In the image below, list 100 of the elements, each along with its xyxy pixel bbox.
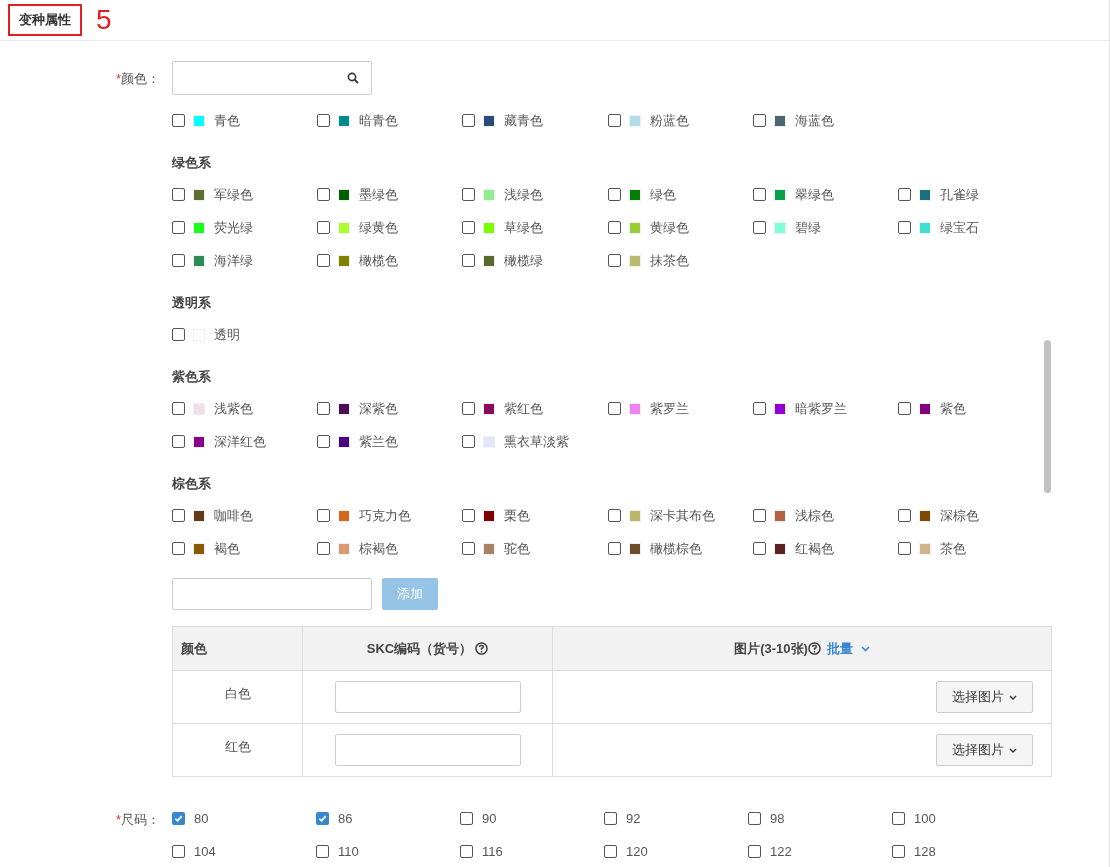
color-name-input[interactable] xyxy=(172,578,372,610)
option-label[interactable]: 透明 xyxy=(214,324,240,345)
checkbox[interactable] xyxy=(897,509,911,522)
option-label[interactable]: 104 xyxy=(194,841,216,862)
checkbox[interactable] xyxy=(897,402,911,415)
option-label[interactable]: 咖啡色 xyxy=(214,505,253,526)
checkbox[interactable] xyxy=(604,812,617,825)
checkbox[interactable] xyxy=(748,845,761,858)
option-label[interactable]: 100 xyxy=(914,808,936,829)
checkbox[interactable] xyxy=(317,254,331,267)
option-label[interactable]: 驼色 xyxy=(504,538,531,559)
option-label[interactable]: 深棕色 xyxy=(939,505,979,526)
checkbox[interactable] xyxy=(462,221,476,234)
option-label[interactable]: 翠绿色 xyxy=(794,184,834,205)
option-label[interactable]: 栗色 xyxy=(504,505,531,526)
option-label[interactable]: 暗紫罗兰 xyxy=(794,398,847,419)
option-label[interactable]: 褐色 xyxy=(214,538,240,559)
option-label[interactable]: 青色 xyxy=(214,110,240,131)
checkbox[interactable] xyxy=(752,114,766,127)
option-label[interactable]: 孔雀绿 xyxy=(939,184,979,205)
checkbox[interactable] xyxy=(172,845,185,858)
option-label[interactable]: 98 xyxy=(770,808,785,829)
checkbox[interactable] xyxy=(752,509,766,522)
option-label[interactable]: 紫兰色 xyxy=(359,431,399,452)
checkbox[interactable] xyxy=(316,845,329,858)
checkbox[interactable] xyxy=(897,542,911,555)
checkbox[interactable] xyxy=(317,509,331,522)
option-label[interactable]: 深卡其布色 xyxy=(649,505,715,526)
checkbox[interactable] xyxy=(172,254,185,267)
sku-input[interactable] xyxy=(334,734,521,766)
option-label[interactable]: 橄榄绿 xyxy=(504,250,544,271)
checkbox[interactable] xyxy=(892,845,905,858)
sku-input[interactable] xyxy=(334,681,521,713)
option-label[interactable]: 海蓝色 xyxy=(794,110,834,131)
select-image-button[interactable]: 选择图片 xyxy=(936,734,1033,766)
option-label[interactable]: 墨绿色 xyxy=(359,184,399,205)
checkbox[interactable] xyxy=(752,402,766,415)
checkbox[interactable] xyxy=(462,542,476,555)
checkbox[interactable] xyxy=(607,542,621,555)
option-label[interactable]: 80 xyxy=(194,808,209,829)
checkbox[interactable] xyxy=(462,509,476,522)
option-label[interactable]: 90 xyxy=(482,808,497,829)
checkbox[interactable] xyxy=(607,221,621,234)
checkbox[interactable] xyxy=(752,542,766,555)
option-label[interactable]: 碧绿 xyxy=(794,217,821,238)
option-label[interactable]: 紫罗兰 xyxy=(649,398,689,419)
option-label[interactable]: 抹茶色 xyxy=(649,250,689,271)
option-label[interactable]: 军绿色 xyxy=(214,184,253,205)
option-label[interactable]: 128 xyxy=(914,841,936,862)
checkbox[interactable] xyxy=(172,812,185,825)
checkbox[interactable] xyxy=(897,188,911,201)
checkbox[interactable] xyxy=(897,221,911,234)
checkbox[interactable] xyxy=(317,542,331,555)
checkbox[interactable] xyxy=(172,435,185,448)
option-label[interactable]: 110 xyxy=(338,841,359,862)
option-label[interactable]: 浅紫色 xyxy=(214,398,253,419)
checkbox[interactable] xyxy=(462,435,476,448)
checkbox[interactable] xyxy=(752,221,766,234)
option-label[interactable]: 藏青色 xyxy=(504,110,544,131)
checkbox[interactable] xyxy=(607,188,621,201)
checkbox[interactable] xyxy=(317,114,331,127)
option-label[interactable]: 橄榄色 xyxy=(359,250,399,271)
checkbox[interactable] xyxy=(607,402,621,415)
option-label[interactable]: 紫红色 xyxy=(504,398,544,419)
option-label[interactable]: 122 xyxy=(770,841,792,862)
checkbox[interactable] xyxy=(172,114,185,127)
checkbox[interactable] xyxy=(316,812,329,825)
option-label[interactable]: 绿宝石 xyxy=(939,217,979,238)
option-label[interactable]: 黄绿色 xyxy=(649,217,689,238)
option-label[interactable]: 浅绿色 xyxy=(504,184,544,205)
select-image-button[interactable]: 选择图片 xyxy=(936,681,1033,713)
option-label[interactable]: 深洋红色 xyxy=(214,431,266,452)
option-label[interactable]: 海洋绿 xyxy=(214,250,253,271)
checkbox[interactable] xyxy=(172,402,185,415)
option-label[interactable]: 浅棕色 xyxy=(794,505,834,526)
checkbox[interactable] xyxy=(460,812,473,825)
checkbox[interactable] xyxy=(172,542,185,555)
option-label[interactable]: 86 xyxy=(338,808,353,829)
option-label[interactable]: 红褐色 xyxy=(794,538,834,559)
option-label[interactable]: 橄榄棕色 xyxy=(649,538,702,559)
option-label[interactable]: 巧克力色 xyxy=(359,505,412,526)
option-label[interactable]: 92 xyxy=(626,808,641,829)
checkbox[interactable] xyxy=(317,435,331,448)
option-label[interactable]: 绿色 xyxy=(649,184,676,205)
option-label[interactable]: 熏衣草淡紫 xyxy=(504,431,570,452)
checkbox[interactable] xyxy=(172,328,185,341)
option-label[interactable]: 茶色 xyxy=(939,538,966,559)
option-label[interactable]: 荧光绿 xyxy=(214,217,253,238)
checkbox[interactable] xyxy=(172,509,185,522)
checkbox[interactable] xyxy=(462,114,476,127)
checkbox[interactable] xyxy=(460,845,473,858)
checkbox[interactable] xyxy=(172,221,185,234)
option-label[interactable]: 紫色 xyxy=(939,398,966,419)
option-label[interactable]: 粉蓝色 xyxy=(649,110,689,131)
checkbox[interactable] xyxy=(607,114,621,127)
checkbox[interactable] xyxy=(462,402,476,415)
option-label[interactable]: 绿黄色 xyxy=(359,217,399,238)
checkbox[interactable] xyxy=(317,402,331,415)
option-label[interactable]: 深紫色 xyxy=(359,398,399,419)
option-label[interactable]: 棕褐色 xyxy=(359,538,399,559)
